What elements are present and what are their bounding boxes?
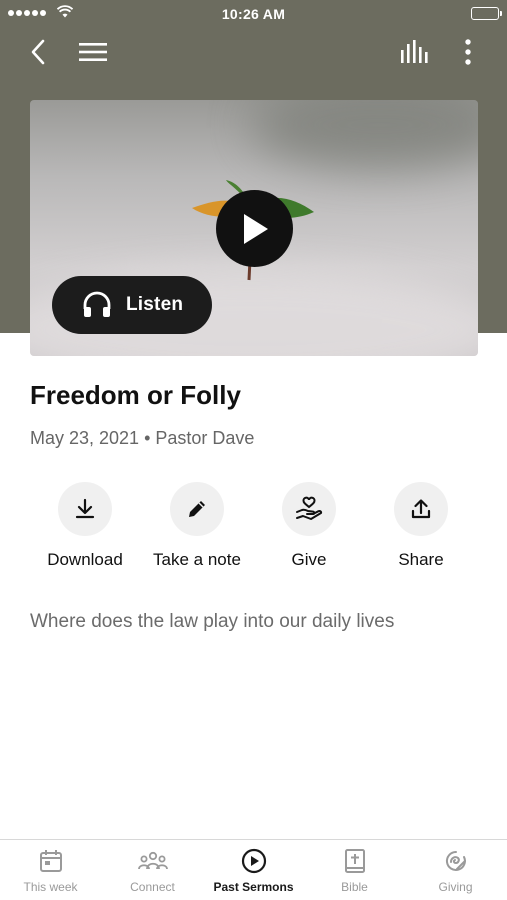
- tab-this-week[interactable]: This week: [0, 848, 101, 894]
- tab-label: Bible: [341, 880, 368, 894]
- tab-label: Giving: [438, 880, 473, 894]
- tab-bible[interactable]: Bible: [304, 848, 405, 894]
- pencil-icon: [189, 501, 205, 517]
- status-bar: 10:26 AM: [0, 0, 507, 28]
- give-button[interactable]: Give: [253, 482, 365, 570]
- sermon-description: Where does the law play into our daily l…: [30, 611, 395, 632]
- audio-levels-icon: [401, 40, 428, 63]
- take-a-note-button[interactable]: Take a note: [141, 482, 253, 570]
- status-time: 10:26 AM: [221, 6, 286, 22]
- take-a-note-label: Take a note: [153, 550, 241, 569]
- sermon-actions: Download Take a note Give Share: [0, 482, 507, 582]
- tab-label: This week: [23, 880, 78, 894]
- share-button[interactable]: Share: [365, 482, 477, 570]
- play-icon: [243, 213, 268, 244]
- battery-icon: [471, 7, 502, 20]
- listen-button[interactable]: Listen: [52, 276, 212, 334]
- calendar-icon: [39, 850, 62, 872]
- play-circle-icon: [241, 848, 266, 874]
- tab-giving[interactable]: Giving: [405, 848, 506, 894]
- share-icon: [411, 499, 431, 519]
- download-button[interactable]: Download: [29, 482, 141, 570]
- give-hand-heart-icon: [296, 496, 323, 520]
- bottom-tab-bar: This week Connect Past Sermons Bible Giv…: [0, 839, 507, 900]
- tab-label: Past Sermons: [213, 880, 294, 894]
- menu-button[interactable]: [73, 32, 113, 72]
- tab-label: Connect: [130, 880, 175, 894]
- sermon-media-card: Listen: [30, 100, 478, 356]
- headphones-icon: [83, 291, 111, 317]
- sermon-title: Freedom or Folly: [30, 380, 241, 410]
- giving-icon: [445, 850, 466, 871]
- menu-icon: [79, 43, 107, 61]
- audio-levels-button[interactable]: [395, 32, 435, 72]
- people-icon: [137, 851, 168, 870]
- sermon-meta: May 23, 2021 • Pastor Dave: [30, 428, 255, 448]
- bible-icon: [344, 849, 365, 873]
- tab-past-sermons[interactable]: Past Sermons: [203, 848, 304, 894]
- tab-connect[interactable]: Connect: [102, 848, 203, 894]
- more-options-icon: [465, 39, 471, 65]
- download-icon: [75, 498, 95, 519]
- top-navigation: [0, 32, 507, 72]
- share-label: Share: [398, 550, 444, 569]
- back-button[interactable]: [18, 32, 58, 72]
- more-options-button[interactable]: [448, 32, 488, 72]
- back-icon: [31, 39, 45, 65]
- listen-label: Listen: [126, 294, 184, 315]
- give-label: Give: [291, 550, 327, 569]
- play-button[interactable]: [216, 190, 293, 267]
- download-label: Download: [47, 550, 123, 569]
